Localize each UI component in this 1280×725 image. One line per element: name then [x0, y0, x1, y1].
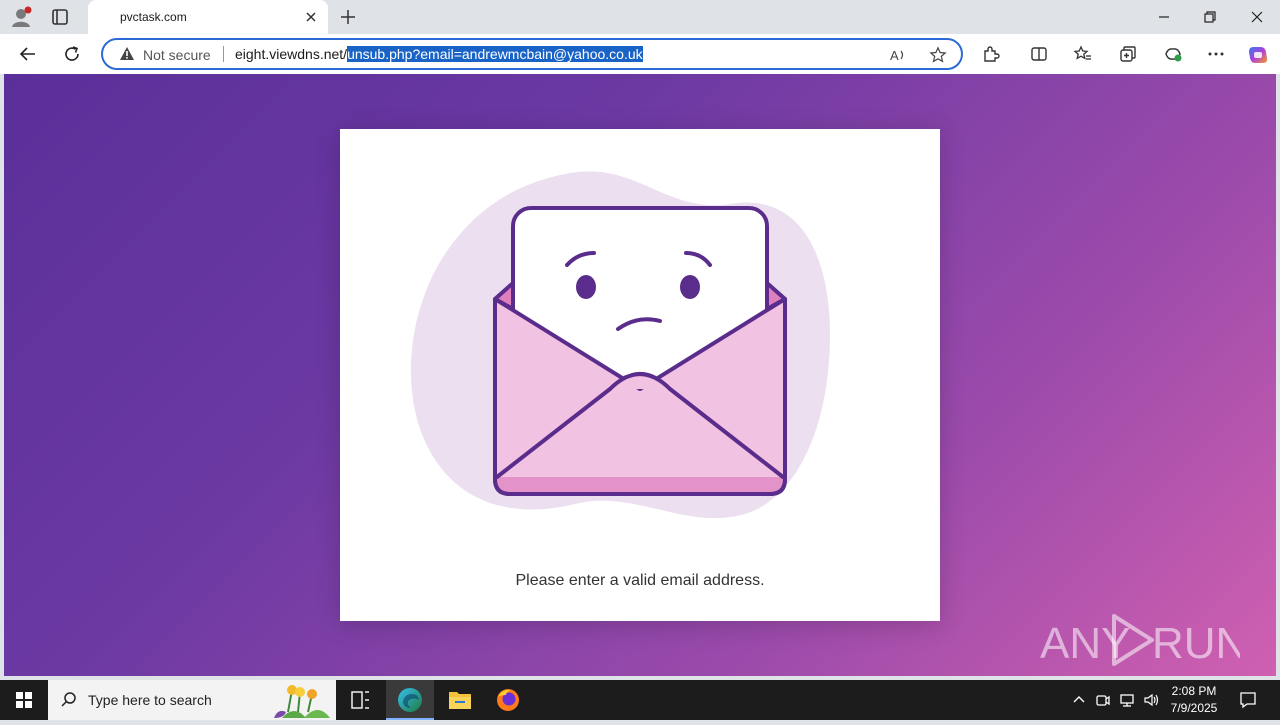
new-tab-button[interactable] [338, 7, 358, 27]
tab-actions-icon[interactable] [48, 6, 72, 28]
error-message: Please enter a valid email address. [515, 572, 765, 589]
browser-toolbar: Not secure eight.viewdns.net/unsub.php?e… [0, 34, 1280, 74]
page-background: Please enter a valid email address. ANY … [4, 74, 1276, 676]
file-explorer-icon[interactable] [436, 680, 484, 720]
taskbar-search-box[interactable]: Type here to search [48, 680, 336, 720]
puzzle-icon[interactable] [981, 44, 1001, 64]
star-icon[interactable] [929, 46, 947, 64]
url-text[interactable]: eight.viewdns.net/unsub.php?email=andrew… [235, 46, 643, 62]
meet-now-icon[interactable] [1094, 691, 1112, 709]
tab-title: pvctask.com [120, 10, 187, 24]
system-clock[interactable]: 2:08 PM 7/9/2025 [1160, 683, 1228, 717]
firefox-icon[interactable] [484, 680, 532, 720]
search-placeholder: Type here to search [88, 692, 212, 708]
read-aloud-icon[interactable]: A [889, 46, 907, 64]
back-arrow-icon[interactable] [18, 44, 38, 64]
taskbar: Type here to search 2:08 PM 7/9/2025 [0, 680, 1280, 720]
favorites-icon[interactable] [1073, 44, 1093, 64]
network-icon[interactable] [1118, 691, 1136, 709]
minimize-button[interactable] [1155, 8, 1173, 26]
chevron-up-icon[interactable] [1070, 691, 1088, 709]
url-host: eight.viewdns.net/ [235, 46, 348, 62]
search-icon [60, 691, 78, 709]
unsubscribe-card: Please enter a valid email address. [340, 129, 940, 621]
svg-text:A: A [890, 48, 899, 63]
more-icon[interactable] [1206, 44, 1226, 64]
address-bar[interactable]: Not secure eight.viewdns.net/unsub.php?e… [101, 38, 963, 70]
task-view-icon[interactable] [336, 680, 384, 720]
close-icon[interactable] [304, 10, 318, 24]
tab-strip: pvctask.com [0, 0, 1280, 34]
tab-active[interactable]: pvctask.com [88, 0, 328, 34]
refresh-icon[interactable] [62, 44, 82, 64]
browser-essentials-icon[interactable] [1163, 44, 1183, 64]
warning-icon[interactable] [119, 46, 135, 62]
profile-icon[interactable] [10, 6, 32, 28]
restore-button[interactable] [1201, 8, 1219, 26]
url-path-selected: unsub.php?email=andrewmcbain@yahoo.co.uk [347, 46, 643, 62]
watermark-text-right: RUN [1152, 619, 1240, 668]
copilot-icon[interactable] [1247, 44, 1268, 64]
anyrun-watermark: ANY RUN [1040, 610, 1247, 670]
divider [223, 46, 224, 62]
split-screen-icon[interactable] [1029, 44, 1049, 64]
close-window-button[interactable] [1248, 8, 1266, 26]
security-label[interactable]: Not secure [143, 47, 211, 63]
windows-start-button[interactable] [0, 680, 48, 720]
clock-date: 7/9/2025 [1170, 701, 1218, 715]
notifications-icon[interactable] [1238, 690, 1258, 710]
collections-icon[interactable] [1118, 44, 1138, 64]
clock-time: 2:08 PM [1171, 684, 1217, 698]
flowers-icon [264, 682, 334, 718]
edge-browser-icon[interactable] [386, 680, 434, 720]
volume-icon[interactable] [1142, 691, 1160, 709]
sad-envelope-icon [400, 159, 880, 539]
